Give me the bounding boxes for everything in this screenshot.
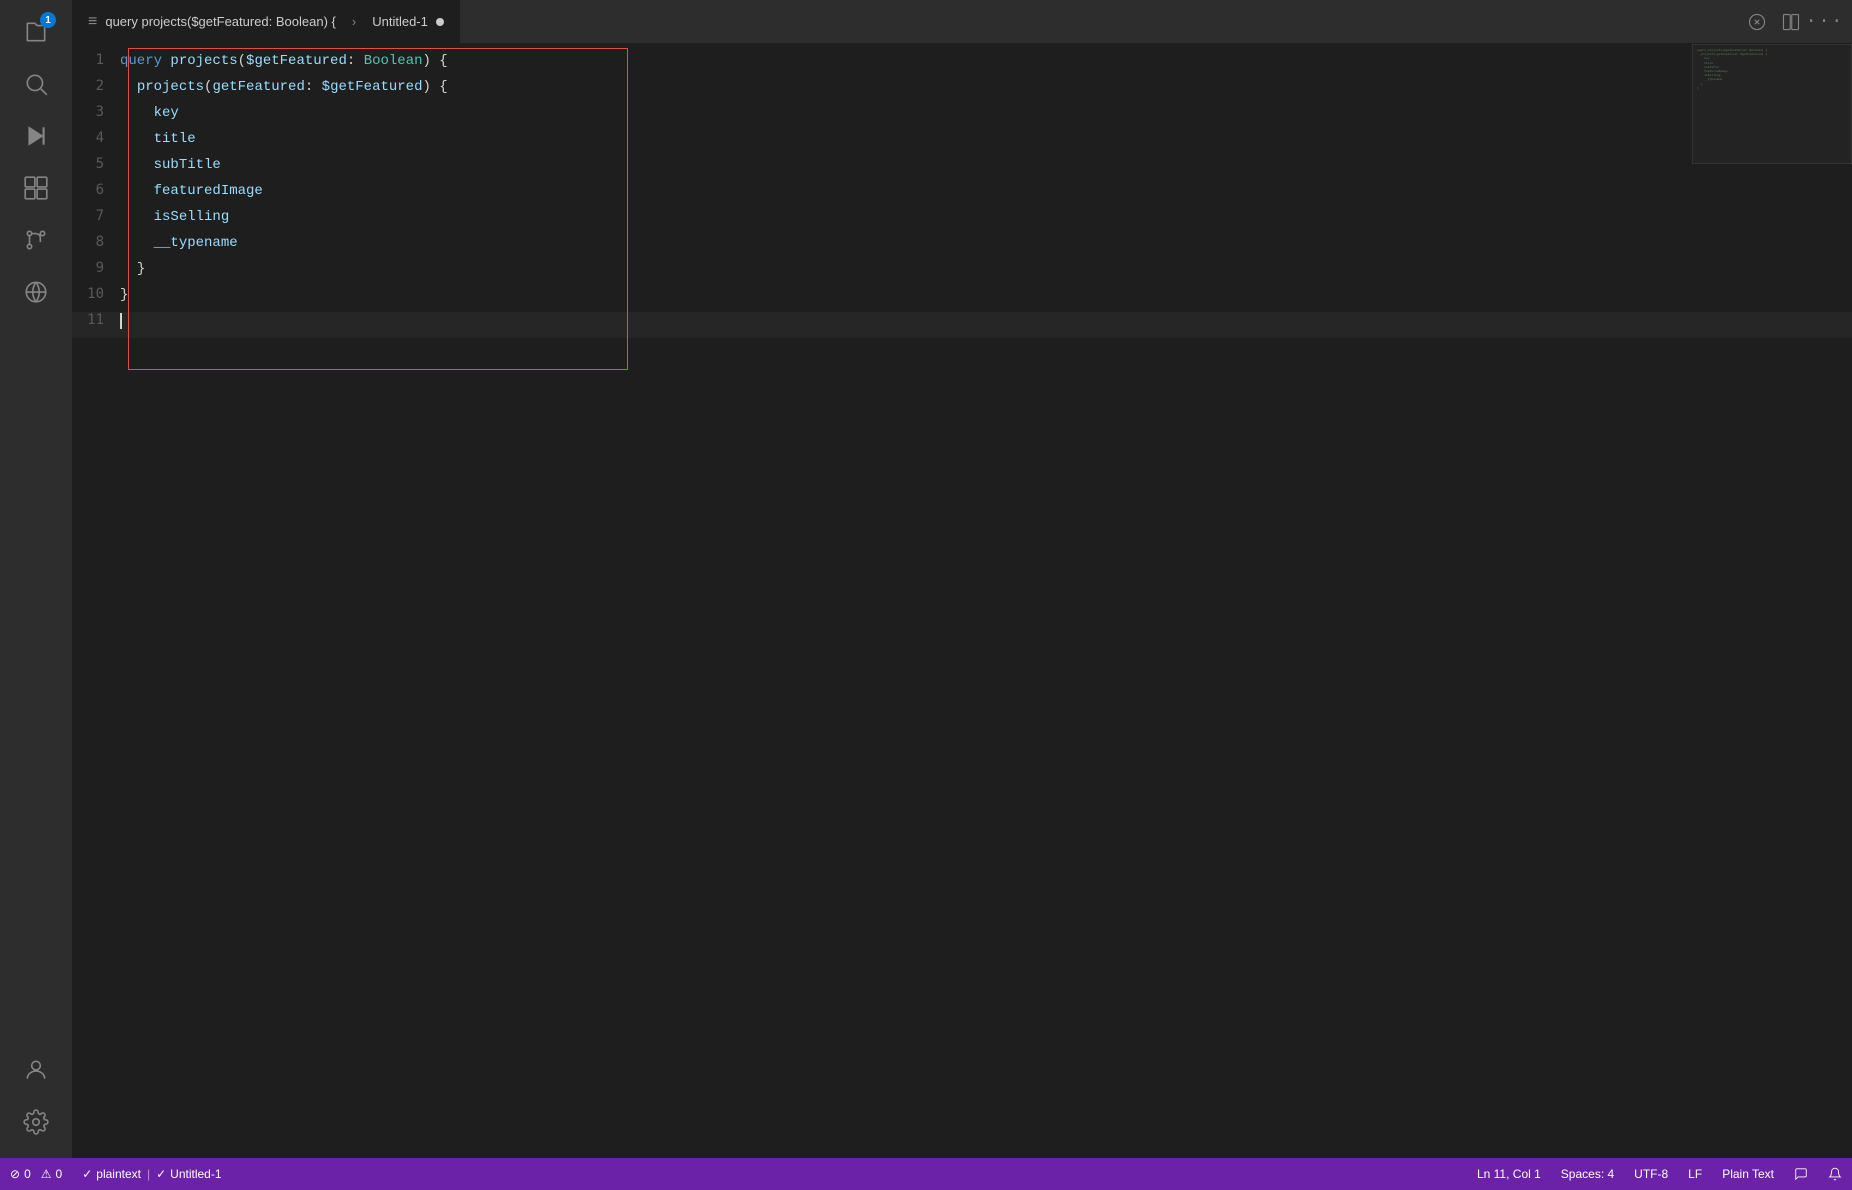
code-line-4: 4 title [72, 130, 1852, 156]
warning-icon: ⚠ [41, 1167, 52, 1181]
status-position[interactable]: Ln 11, Col 1 [1467, 1158, 1551, 1190]
line-number-5: 5 [80, 156, 120, 172]
line-ending-text: LF [1688, 1167, 1702, 1181]
minimap: query projects($getFeatured: Boolean) { … [1692, 44, 1852, 164]
explorer-badge: 1 [40, 12, 56, 28]
line-content-4: title [120, 131, 196, 147]
activity-item-source-control[interactable] [12, 216, 60, 264]
line-content-1: query projects($getFeatured: Boolean) { [120, 53, 448, 69]
bell-icon [1828, 1167, 1842, 1181]
line-content-2: projects(getFeatured: $getFeatured) { [120, 79, 448, 95]
status-errors[interactable]: ⊘ 0 ⚠ 0 [0, 1158, 72, 1190]
code-line-8: 8 __typename [72, 234, 1852, 260]
code-editor[interactable]: 1 query projects($getFeatured: Boolean) … [72, 44, 1852, 1158]
line-number-8: 8 [80, 234, 120, 250]
check-icon: ✓ [82, 1167, 92, 1181]
status-spaces[interactable]: Spaces: 4 [1551, 1158, 1624, 1190]
copilot-button[interactable] [1742, 7, 1772, 37]
status-notifications[interactable] [1818, 1158, 1852, 1190]
tab-bar: ≡ query projects($getFeatured: Boolean) … [72, 0, 1852, 44]
status-encoding[interactable]: UTF-8 [1624, 1158, 1678, 1190]
line-number-6: 6 [80, 182, 120, 198]
status-divider-1: | [145, 1167, 152, 1181]
line-number-10: 10 [80, 286, 120, 302]
activity-item-settings[interactable] [12, 1098, 60, 1146]
status-language-mode[interactable]: Plain Text [1712, 1158, 1784, 1190]
line-content-9: } [120, 261, 145, 277]
tab-separator: › [344, 14, 356, 29]
tab-actions: ··· [1742, 7, 1852, 37]
breadcrumb-icon: ≡ [88, 13, 97, 31]
activity-item-extensions[interactable] [12, 164, 60, 212]
activity-item-search[interactable] [12, 60, 60, 108]
editor-tab[interactable]: ≡ query projects($getFeatured: Boolean) … [72, 0, 461, 44]
line-number-2: 2 [80, 78, 120, 94]
line-number-1: 1 [80, 52, 120, 68]
status-lang-label: plaintext [96, 1167, 141, 1181]
error-icon: ⊘ [10, 1167, 20, 1181]
editor-area: 1 query projects($getFeatured: Boolean) … [72, 44, 1852, 1158]
text-cursor [120, 313, 122, 329]
line-number-3: 3 [80, 104, 120, 120]
status-feedback[interactable] [1784, 1158, 1818, 1190]
activity-item-run[interactable] [12, 112, 60, 160]
code-line-5: 5 subTitle [72, 156, 1852, 182]
code-line-6: 6 featuredImage [72, 182, 1852, 208]
status-right: Ln 11, Col 1 Spaces: 4 UTF-8 LF Plain Te… [1467, 1158, 1852, 1190]
line-content-6: featuredImage [120, 183, 263, 199]
tab-filename: Untitled-1 [364, 14, 428, 29]
check-icon-2: ✓ [156, 1167, 166, 1181]
tab-dirty-indicator [436, 18, 444, 26]
status-filename: Untitled-1 [170, 1167, 221, 1181]
spaces-text: Spaces: 4 [1561, 1167, 1614, 1181]
activity-item-account[interactable] [12, 1046, 60, 1094]
line-number-9: 9 [80, 260, 120, 276]
line-number-7: 7 [80, 208, 120, 224]
activity-item-remote[interactable] [12, 268, 60, 316]
warning-count: 0 [56, 1167, 63, 1181]
language-mode-text: Plain Text [1722, 1167, 1774, 1181]
encoding-text: UTF-8 [1634, 1167, 1668, 1181]
more-actions-button[interactable]: ··· [1810, 7, 1840, 37]
status-bar: ⊘ 0 ⚠ 0 ✓ plaintext | ✓ Untitled-1 Ln 11… [0, 1158, 1852, 1190]
line-content-8: __typename [120, 235, 238, 251]
status-language-check[interactable]: ✓ plaintext | ✓ Untitled-1 [72, 1158, 231, 1190]
line-content-5: subTitle [120, 157, 221, 173]
status-left: ⊘ 0 ⚠ 0 ✓ plaintext | ✓ Untitled-1 [0, 1158, 232, 1190]
minimap-content: query projects($getFeatured: Boolean) { … [1693, 45, 1851, 95]
code-line-7: 7 isSelling [72, 208, 1852, 234]
line-number-11: 11 [80, 312, 120, 328]
line-content-3: key [120, 105, 179, 121]
activity-bar: 1 [0, 0, 72, 1158]
code-line-10: 10 } [72, 286, 1852, 312]
activity-item-explorer[interactable]: 1 [12, 8, 60, 56]
line-content-11 [120, 313, 122, 329]
tab-breadcrumb-title: query projects($getFeatured: Boolean) { [105, 14, 336, 29]
code-line-9: 9 } [72, 260, 1852, 286]
code-line-3: 3 key [72, 104, 1852, 130]
line-content-10: } [120, 287, 128, 303]
activity-bottom [12, 1046, 60, 1158]
error-count: 0 [24, 1167, 31, 1181]
feedback-icon [1794, 1167, 1808, 1181]
position-text: Ln 11, Col 1 [1477, 1167, 1541, 1181]
split-editor-button[interactable] [1776, 7, 1806, 37]
code-line-1: 1 query projects($getFeatured: Boolean) … [72, 52, 1852, 78]
line-content-7: isSelling [120, 209, 229, 225]
code-line-11: 11 [72, 312, 1852, 338]
line-number-4: 4 [80, 130, 120, 146]
status-line-ending[interactable]: LF [1678, 1158, 1712, 1190]
code-line-2: 2 projects(getFeatured: $getFeatured) { [72, 78, 1852, 104]
